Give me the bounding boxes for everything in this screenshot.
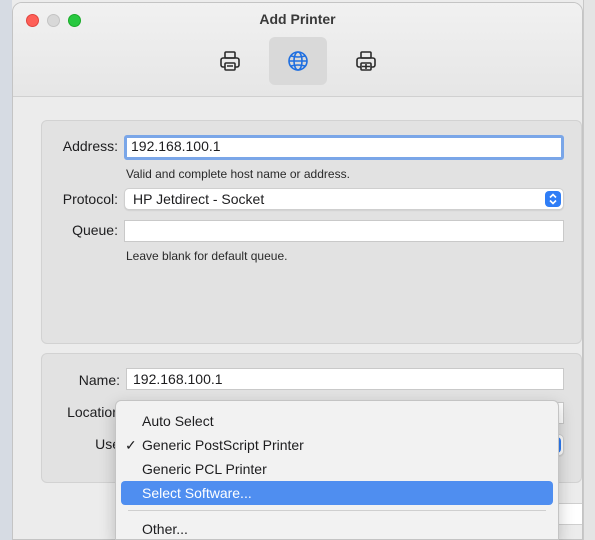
menu-item-auto-select[interactable]: Auto Select xyxy=(121,409,553,433)
menu-separator xyxy=(128,510,546,511)
globe-icon xyxy=(287,51,308,71)
select-stepper-icon xyxy=(545,191,561,207)
windows-printer-tab[interactable] xyxy=(337,37,395,85)
queue-hint: Leave blank for default queue. xyxy=(126,249,288,263)
name-label: Name: xyxy=(78,372,120,388)
connection-settings-panel: Address: 192.168.100.1 Valid and complet… xyxy=(41,120,582,344)
background-window-edge xyxy=(583,0,595,540)
address-hint: Valid and complete host name or address. xyxy=(126,167,350,181)
queue-input[interactable] xyxy=(124,220,564,242)
default-printer-icon xyxy=(219,51,240,71)
use-dropdown-menu: Auto Select ✓ Generic PostScript Printer… xyxy=(115,400,559,540)
queue-label: Queue: xyxy=(72,222,118,238)
menu-item-other[interactable]: Other... xyxy=(121,517,553,540)
address-label: Address: xyxy=(62,138,118,154)
window-title: Add Printer xyxy=(259,11,336,27)
address-input[interactable]: 192.168.100.1 xyxy=(124,135,564,160)
protocol-value: HP Jetdirect - Socket xyxy=(133,191,265,207)
titlebar: Add Printer xyxy=(13,3,582,97)
menu-item-generic-postscript[interactable]: ✓ Generic PostScript Printer xyxy=(121,433,553,457)
location-label: Location xyxy=(67,404,120,420)
name-input[interactable]: 192.168.100.1 xyxy=(126,368,564,390)
default-printer-tab[interactable] xyxy=(201,37,259,85)
menu-item-generic-pcl[interactable]: Generic PCL Printer xyxy=(121,457,553,481)
protocol-select[interactable]: HP Jetdirect - Socket xyxy=(124,188,564,210)
menu-item-select-software[interactable]: Select Software... xyxy=(121,481,553,505)
ip-printer-tab[interactable] xyxy=(268,37,327,85)
printer-type-toolbar xyxy=(13,37,582,85)
background-window-strip xyxy=(0,0,12,540)
checkmark-icon: ✓ xyxy=(125,437,137,453)
windows-printer-icon xyxy=(355,51,376,71)
use-label: Use xyxy=(95,436,120,452)
protocol-label: Protocol: xyxy=(62,191,118,207)
